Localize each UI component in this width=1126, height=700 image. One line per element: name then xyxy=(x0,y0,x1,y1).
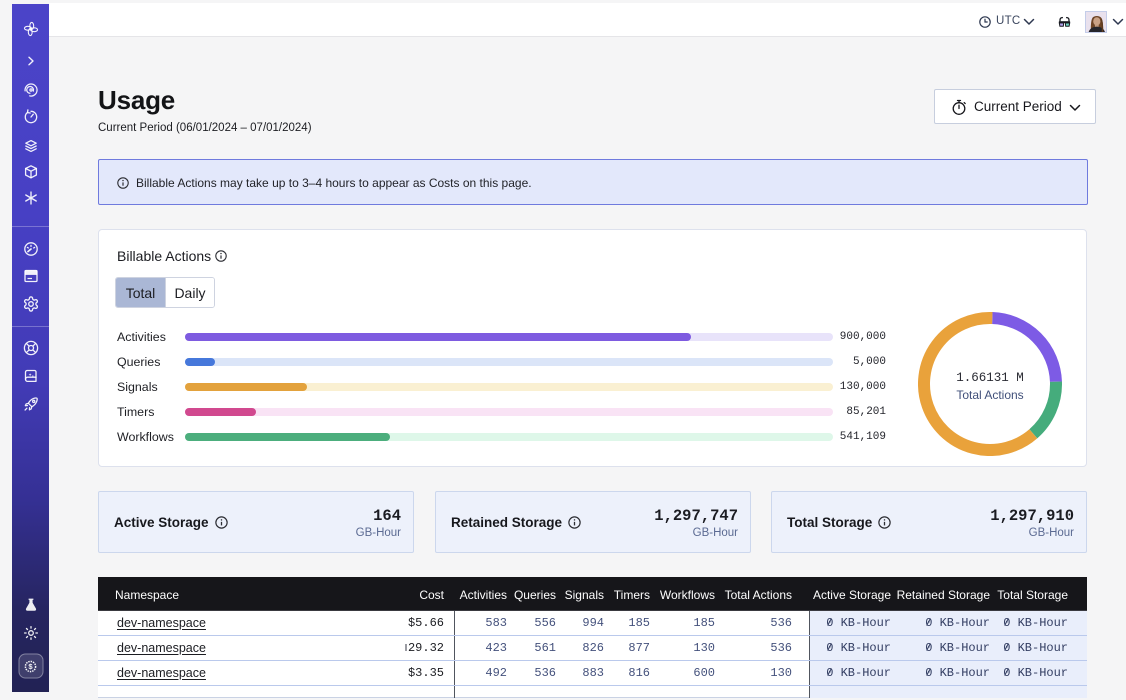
svg-text:$: $ xyxy=(28,662,33,671)
